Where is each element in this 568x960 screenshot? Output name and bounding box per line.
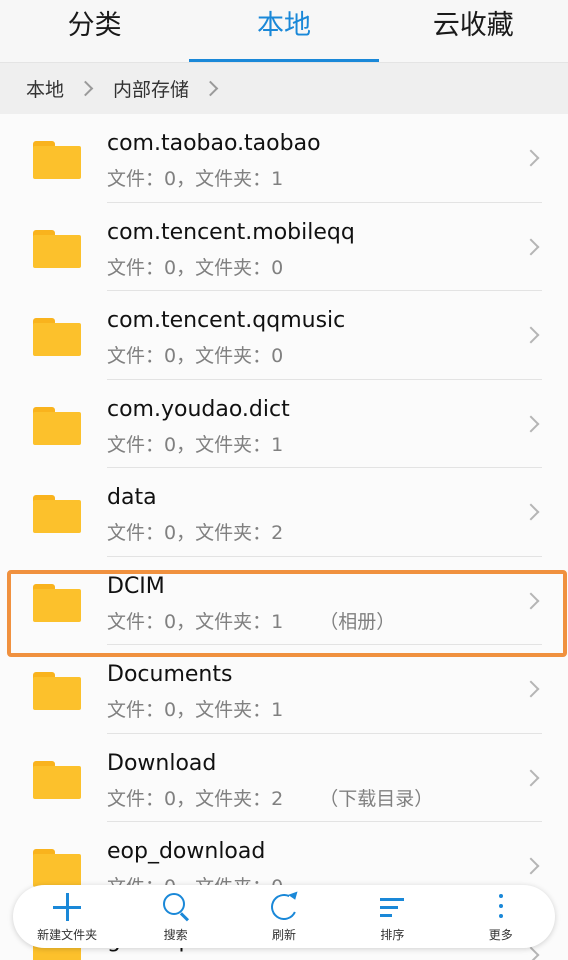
folder-row[interactable]: com.youdao.dict 文件：0，文件夹：1 [0,380,568,468]
chevron-right-icon [522,946,540,960]
folder-counts: 文件：0，文件夹：0 [107,345,284,367]
tab-label: 本地 [256,10,311,41]
folder-row[interactable]: Download 文件：0，文件夹：2 （下载目录） [0,734,568,822]
folder-icon [33,672,81,710]
search-icon [159,890,193,924]
folder-row[interactable]: com.tencent.qqmusic 文件：0，文件夹：0 [0,291,568,380]
folder-counts: 文件：0，文件夹：0 [107,256,284,279]
folder-icon [33,318,81,356]
folder-icon [33,406,81,445]
chevron-right-icon [77,80,94,97]
chevron-right-icon [522,680,540,698]
file-list[interactable]: com.taobao.taobao 文件：0，文件夹：1 com.tencent.m… [0,114,568,960]
more-icon [484,890,518,924]
chevron-right-icon [202,80,219,97]
new-folder-button[interactable]: 新建文件夹 [17,885,117,948]
folder-name: Download [107,750,217,776]
tab-label: 分类 [67,10,122,41]
folder-icon [33,760,81,799]
more-button[interactable]: 更多 [451,885,551,948]
folder-counts: 文件：0，文件夹：2 [107,522,284,544]
folder-meta: 文件：0，文件夹：1 [107,695,283,722]
folder-row[interactable]: com.tencent.mobileqq 文件：0，文件夹：0 [0,203,568,291]
tab-local[interactable]: 本地 [189,0,379,63]
folder-counts: 文件：0，文件夹：1 [107,433,284,456]
dcim-highlight-box [7,570,567,657]
chevron-right-icon [522,769,540,786]
folder-counts: 文件：0，文件夹：1 [107,699,284,721]
folder-name: data [107,485,157,510]
folder-row[interactable]: data 文件：0，文件夹：2 [0,468,568,557]
breadcrumb: 本地 内部存储 [0,62,568,114]
folder-meta: 文件：0，文件夹：2 （下载目录） [107,784,433,811]
folder-counts: 文件：0，文件夹：1 [107,168,284,190]
breadcrumb-item-internal-storage[interactable]: 内部存储 [113,75,189,102]
folder-tag: （下载目录） [319,787,434,810]
folder-meta: 文件：0，文件夹：2 [107,518,283,545]
sort-label: 排序 [380,928,405,942]
refresh-label: 刷新 [271,928,296,942]
sort-icon [375,890,409,924]
folder-icon [33,849,81,887]
folder-row[interactable]: com.taobao.taobao 文件：0，文件夹：1 [0,114,568,203]
folder-icon [33,229,81,268]
folder-meta: 文件：0，文件夹：0 [107,253,283,280]
tab-cloud-favorites[interactable]: 云收藏 [379,0,568,62]
breadcrumb-item-local[interactable]: 本地 [26,75,64,102]
folder-name: com.tencent.qqmusic [107,308,346,333]
new-folder-label: 新建文件夹 [37,928,98,942]
chevron-right-icon [522,503,540,521]
search-label: 搜索 [163,928,188,942]
folder-counts: 文件：0，文件夹：2 [107,787,284,810]
chevron-right-icon [522,238,540,255]
tab-label: 云收藏 [432,10,514,41]
chevron-right-icon [522,149,540,167]
more-label: 更多 [488,928,513,942]
folder-name: eop_download [107,839,266,864]
folder-row[interactable]: Documents 文件：0，文件夹：1 [0,645,568,734]
folder-icon [33,495,81,533]
refresh-icon [267,890,301,924]
folder-icon [33,141,81,179]
folder-name: Documents [107,662,233,687]
sort-button[interactable]: 排序 [342,885,442,948]
top-tab-bar: 分类 本地 云收藏 [0,0,568,63]
chevron-right-icon [522,326,540,344]
folder-meta: 文件：0，文件夹：1 [107,430,283,457]
chevron-right-icon [522,415,540,432]
search-button[interactable]: 搜索 [126,885,226,948]
folder-meta: 文件：0，文件夹：0 [107,341,283,368]
tab-category[interactable]: 分类 [0,0,189,62]
folder-name: com.youdao.dict [107,396,290,422]
plus-icon [50,890,84,924]
bottom-toolbar: 新建文件夹 搜索 刷新 排序 更多 [13,885,555,948]
folder-meta: 文件：0，文件夹：1 [107,164,283,191]
folder-name: com.tencent.mobileqq [107,219,355,245]
refresh-button[interactable]: 刷新 [234,885,334,948]
folder-name: com.taobao.taobao [107,131,321,156]
chevron-right-icon [522,857,540,875]
